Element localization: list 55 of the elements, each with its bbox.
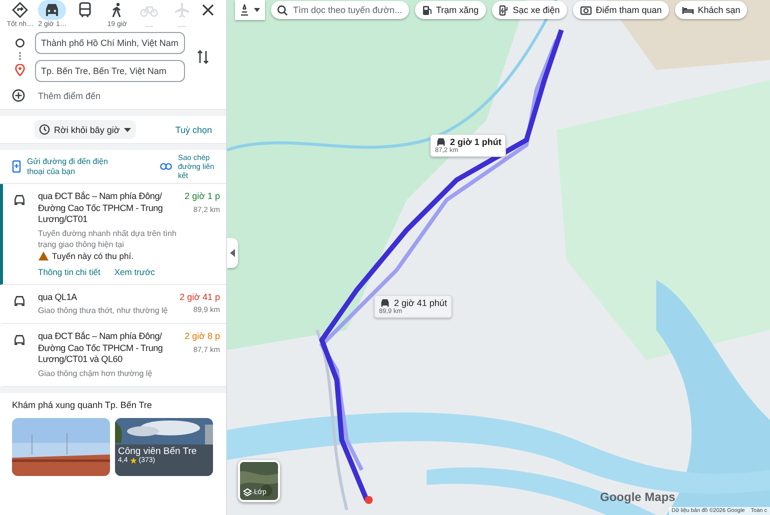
search-icon <box>277 4 288 16</box>
warning-icon <box>38 250 49 260</box>
pin-icon <box>15 64 25 76</box>
route-duration: 2 giờ 41 p <box>180 292 220 303</box>
route-title: qua ĐCT Bắc – Nam phía Đông/ Đường Cao Tốc TPHCM - Trung Lương/CT01 và QL60 <box>38 331 164 366</box>
explore-heading: Khám phá xung quanh Tp. Bến Tre <box>12 400 153 410</box>
origin-icon <box>15 38 25 48</box>
origin-field[interactable]: Thành phố Hồ Chí Minh, Việt Nam <box>35 32 185 54</box>
layers-icon <box>243 488 252 497</box>
caret-icon <box>230 249 235 257</box>
gas-chip[interactable]: Trạm xăng <box>415 1 486 19</box>
destination-field[interactable]: Tp. Bến Tre, Bến Tre, Việt Nam <box>35 60 185 82</box>
clock-icon <box>39 124 50 135</box>
place-name[interactable]: Công viên Bến Tre <box>118 446 197 456</box>
star-icon <box>130 456 137 464</box>
collapse-panel-button[interactable] <box>227 238 238 268</box>
fuel-pump-icon <box>422 4 432 16</box>
bed-icon <box>682 6 694 14</box>
car-mode-button[interactable] <box>38 0 66 20</box>
swap-icon[interactable] <box>197 49 209 65</box>
hotel-chip[interactable]: Khách sạn <box>674 1 748 19</box>
bus-icon <box>76 2 93 18</box>
car-icon <box>435 137 447 147</box>
route-title: qua ĐCT Bắc – Nam phía Đông/ Đường Cao Tốc TPHCM - Trung Lương/CT01 <box>38 191 164 226</box>
add-icon[interactable] <box>12 89 25 102</box>
route-description: Giao thông thưa thớt, như thường lệ <box>38 305 169 316</box>
route-title: qua QL1A <box>38 292 78 303</box>
send-to-phone-link[interactable]: Gửi đường đi đến điện thoại của bạn <box>27 156 127 176</box>
dropdown-icon <box>254 8 260 12</box>
camera-chip[interactable]: Điểm tham quan <box>572 1 669 19</box>
map-style-button[interactable] <box>235 0 265 20</box>
route-link[interactable]: Xem trước <box>114 266 155 276</box>
route-duration: 2 giờ 1 p <box>184 191 220 202</box>
route-link[interactable]: Thông tin chi tiết <box>38 266 100 276</box>
ev-chip[interactable]: Sạc xe điện <box>492 1 567 19</box>
car-icon <box>13 334 26 346</box>
options-link[interactable]: Tuỳ chọn <box>175 124 212 134</box>
route-duration: 2 giờ 8 p <box>184 331 220 342</box>
dropdown-icon <box>124 128 131 132</box>
toll-warning: Tuyến này có thu phí. <box>52 250 134 260</box>
directions-icon <box>12 2 28 18</box>
car-icon <box>13 294 26 306</box>
add-stop-link[interactable]: Thêm điểm đến <box>38 90 101 100</box>
route-description: Giao thông chậm hơn thường lệ <box>38 368 154 378</box>
terrain-icon <box>240 4 249 16</box>
car-icon <box>13 194 26 206</box>
ev-charger-icon <box>498 4 509 16</box>
route-search-field[interactable]: Tìm dọc theo tuyến đườn... <box>271 1 409 19</box>
depart-time-button[interactable]: Rời khỏi bây giờ <box>34 120 136 139</box>
phone-icon <box>12 160 21 173</box>
map-logo: Google Maps <box>600 490 676 504</box>
camera-icon <box>580 5 592 15</box>
route-description: Tuyến đường nhanh nhất dựa trên tình trạng giao thông hiện tại <box>38 228 178 250</box>
car-icon <box>379 298 391 308</box>
link-icon <box>160 163 172 170</box>
